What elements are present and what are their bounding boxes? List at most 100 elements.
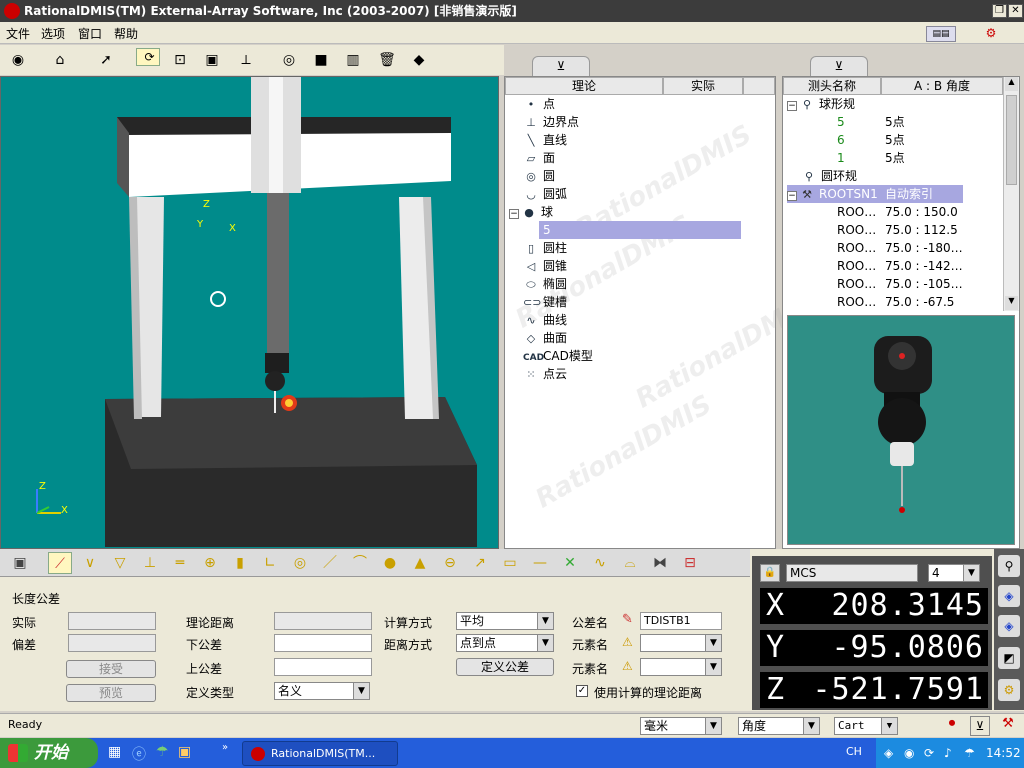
- tree-item-curve[interactable]: ∿ 曲线: [523, 311, 567, 329]
- mirror-icon[interactable]: ⧓: [648, 552, 672, 574]
- hump-icon[interactable]: ⌓: [618, 552, 642, 574]
- probe-node-5[interactable]: 5: [837, 113, 845, 131]
- coord-type-select[interactable]: Cart ▼: [834, 717, 898, 735]
- tree-item-slot[interactable]: ⊂⊃ 键槽: [523, 293, 567, 311]
- shield-down-icon[interactable]: ◈: [998, 615, 1020, 637]
- ie-icon[interactable]: ⓔ: [132, 744, 146, 764]
- zoom-window-icon[interactable]: ⊡: [168, 48, 192, 72]
- concentricity-icon[interactable]: ◎: [288, 552, 312, 574]
- color-icon[interactable]: ■: [309, 48, 333, 72]
- lower-tol-field[interactable]: [274, 634, 372, 652]
- scroll-up-icon[interactable]: ▲: [1005, 77, 1018, 91]
- actual-field[interactable]: [68, 612, 156, 630]
- axis-icon[interactable]: ⟂: [234, 48, 258, 72]
- accept-button[interactable]: 接受: [66, 660, 156, 678]
- probe-angle-row[interactable]: ROO…: [837, 221, 876, 239]
- column-actual[interactable]: 实际: [663, 77, 743, 95]
- tree-item-point-cloud[interactable]: ⁙ 点云: [523, 365, 567, 383]
- symmetry-icon[interactable]: ⊖: [438, 552, 462, 574]
- close-button[interactable]: ✕: [1008, 4, 1023, 18]
- picture-icon[interactable]: ▣: [200, 48, 224, 72]
- column-theory[interactable]: 理论: [505, 77, 663, 95]
- home-icon[interactable]: ⌂: [48, 48, 72, 72]
- angle-unit-select[interactable]: 角度 ▼: [738, 717, 820, 735]
- lock-icon[interactable]: 🔒: [760, 564, 780, 582]
- machine-icon[interactable]: ◉: [6, 48, 30, 72]
- tree-item-surface[interactable]: ◇ 曲面: [523, 329, 567, 347]
- tray-umbrella-icon[interactable]: ☂: [964, 738, 975, 768]
- calc-mode-select[interactable]: 平均 ▼: [456, 612, 554, 630]
- start-button[interactable]: 开始: [0, 738, 98, 768]
- collapse-icon[interactable]: −: [787, 101, 797, 111]
- probe-mode-icon[interactable]: ⚲: [998, 555, 1020, 577]
- tree-item-cad-model[interactable]: CADCAD模型: [523, 347, 593, 365]
- tree-item-arc[interactable]: ◡ 圆弧: [523, 185, 567, 203]
- layout-icon[interactable]: ▤▤: [926, 26, 956, 42]
- upper-tol-field[interactable]: [274, 658, 372, 676]
- angle-icon[interactable]: ∨: [78, 552, 102, 574]
- column-probe-name[interactable]: 测头名称: [783, 77, 881, 95]
- roundness-icon[interactable]: ●: [378, 552, 402, 574]
- tab-features-filter[interactable]: ⊻: [532, 56, 590, 76]
- tolerance-name-field[interactable]: TDISTB1: [640, 612, 722, 630]
- element-1-select[interactable]: ▼: [640, 634, 722, 652]
- probe-angle-row[interactable]: ROO…: [837, 203, 876, 221]
- distance-icon[interactable]: ⟋: [48, 552, 72, 574]
- define-tolerance-button[interactable]: 定义公差: [456, 658, 554, 676]
- scroll-down-icon[interactable]: ▼: [1005, 296, 1018, 310]
- surface-profile-icon[interactable]: ▭: [498, 552, 522, 574]
- coord-system-field[interactable]: MCS: [786, 564, 918, 582]
- collapse-icon[interactable]: −: [787, 191, 797, 201]
- width-icon[interactable]: ⊟: [678, 552, 702, 574]
- profile-icon[interactable]: ⌒: [348, 552, 372, 574]
- pointer-icon[interactable]: ➚: [94, 48, 118, 72]
- shield-icon[interactable]: ◈: [998, 585, 1020, 607]
- digits-select[interactable]: 4 ▼: [928, 564, 980, 582]
- preview-button[interactable]: 预览: [66, 684, 156, 702]
- distance-mode-select[interactable]: 点到点 ▼: [456, 634, 554, 652]
- probe-node-ring-gauge[interactable]: ⚲ 圆环规: [801, 167, 857, 185]
- gear-icon[interactable]: ⚙: [998, 679, 1020, 701]
- tree-item-line[interactable]: ╲ 直线: [523, 131, 567, 149]
- column-angle[interactable]: A : B 角度: [881, 77, 1003, 95]
- straightness-icon[interactable]: ／: [318, 552, 342, 574]
- cylindricity-icon[interactable]: ▮: [228, 552, 252, 574]
- element-2-select[interactable]: ▼: [640, 658, 722, 676]
- filter-icon[interactable]: ⊻: [970, 716, 990, 736]
- probe-tool-icon[interactable]: ⚙: [976, 26, 1006, 42]
- probe-angle-row[interactable]: ROO…: [837, 257, 876, 275]
- select-shape-icon[interactable]: ◆: [407, 48, 431, 72]
- desktop-icon[interactable]: ▦: [108, 744, 121, 760]
- eye-icon[interactable]: ◎: [277, 48, 301, 72]
- probe-node-6[interactable]: 6: [837, 131, 845, 149]
- angularity-icon[interactable]: ∟: [258, 552, 282, 574]
- tree-item-ellipse[interactable]: ⬭ 椭圆: [523, 275, 567, 293]
- probe-node-sphere-gauge[interactable]: − ⚲ 球形规: [787, 95, 855, 113]
- rotate-icon[interactable]: ⟳: [136, 48, 160, 66]
- collapse-icon[interactable]: −: [509, 209, 519, 219]
- tree-item-sphere[interactable]: − ● 球: [509, 203, 553, 221]
- cad-viewport[interactable]: Z Y X Z X: [0, 76, 499, 549]
- tray-network-icon[interactable]: ◉: [904, 738, 914, 768]
- chevron-more-icon[interactable]: »: [222, 742, 228, 753]
- theory-distance-field[interactable]: [274, 612, 372, 630]
- tree-item-plane[interactable]: ▱ 面: [523, 149, 555, 167]
- tree-item-cylinder[interactable]: ▯ 圆柱: [523, 239, 567, 257]
- deviation-field[interactable]: [68, 634, 156, 652]
- tray-app-icon[interactable]: ◈: [884, 738, 893, 768]
- intersect-icon[interactable]: ✕: [558, 552, 582, 574]
- flatness-icon[interactable]: ⊥: [138, 552, 162, 574]
- define-type-select[interactable]: 名义 ▼: [274, 682, 370, 700]
- camera-icon[interactable]: ▥: [341, 48, 365, 72]
- parallel-icon[interactable]: ═: [168, 552, 192, 574]
- probe-angle-row[interactable]: ROO…: [837, 275, 876, 293]
- menu-window[interactable]: 窗口: [78, 25, 102, 42]
- panel-icon[interactable]: ▣: [8, 552, 32, 574]
- record-icon[interactable]: ⏺: [942, 716, 962, 736]
- menu-options[interactable]: 选项: [41, 25, 65, 42]
- cone-angle-icon[interactable]: ▽: [108, 552, 132, 574]
- trash-icon[interactable]: 🗑: [375, 48, 399, 72]
- line-icon[interactable]: —: [528, 552, 552, 574]
- use-calc-checkbox[interactable]: ✓: [576, 685, 588, 697]
- tab-probes-filter[interactable]: ⊻: [810, 56, 868, 76]
